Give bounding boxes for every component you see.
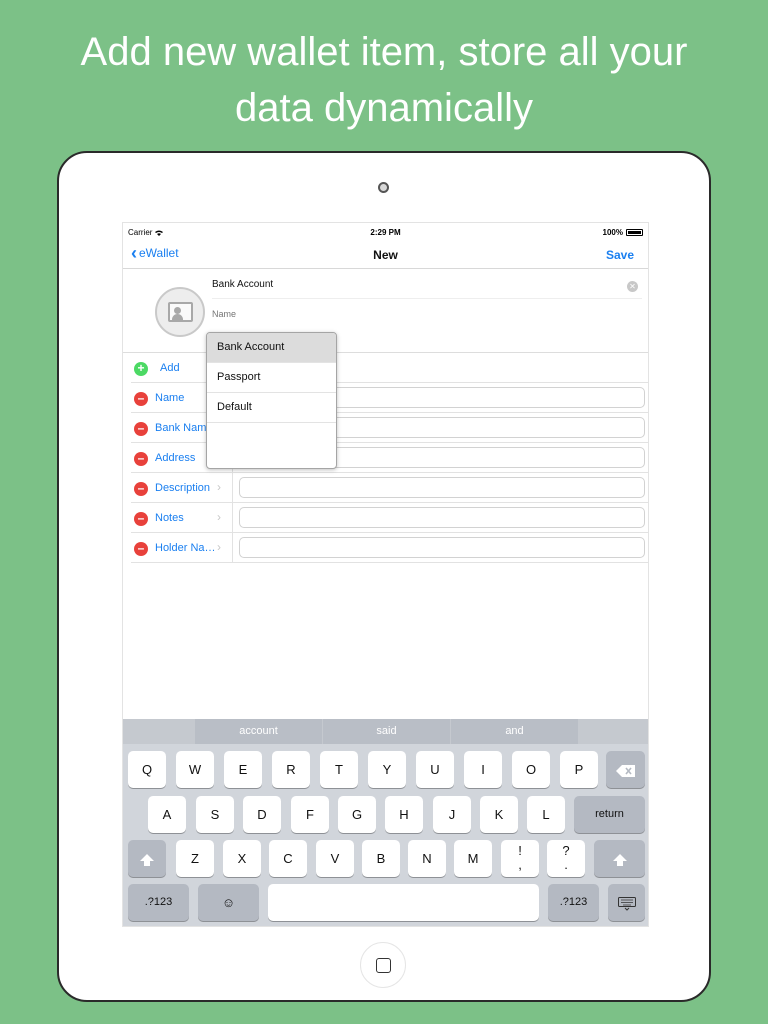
key-exclaim-comma[interactable]: ! ,: [501, 840, 539, 877]
keyboard-hide-icon: [617, 896, 636, 911]
suggestion-bar: account said and: [123, 719, 648, 744]
item-header: Bank Account ✕: [123, 269, 648, 353]
key-l[interactable]: L: [527, 796, 565, 833]
key-q[interactable]: Q: [128, 751, 166, 788]
item-type-dropdown: Bank Account Passport Default: [206, 332, 337, 469]
battery-percent: 100%: [602, 228, 623, 237]
divider: [232, 503, 233, 533]
card-body-shape: [172, 314, 183, 320]
key-d[interactable]: D: [243, 796, 281, 833]
shift-key-left[interactable]: [128, 840, 166, 877]
key-f[interactable]: F: [291, 796, 329, 833]
name-input[interactable]: [212, 305, 632, 323]
numbers-key-right[interactable]: .?123: [548, 884, 599, 921]
key-m[interactable]: M: [454, 840, 492, 877]
home-button[interactable]: [360, 942, 406, 988]
item-type-field[interactable]: Bank Account ✕: [212, 279, 642, 299]
key-v[interactable]: V: [316, 840, 354, 877]
backspace-key[interactable]: [606, 751, 645, 788]
save-button[interactable]: Save: [606, 248, 634, 262]
shift-key-right[interactable]: [594, 840, 645, 877]
emoji-key[interactable]: ☺: [198, 884, 259, 921]
key-e[interactable]: E: [224, 751, 262, 788]
emoji-icon: ☺: [221, 895, 236, 910]
status-time: 2:29 PM: [370, 228, 401, 237]
remove-icon[interactable]: –: [134, 452, 148, 466]
camera-icon: [378, 182, 389, 193]
field-row: – Description ›: [131, 473, 648, 503]
key-g[interactable]: G: [338, 796, 376, 833]
dropdown-option-bank-account[interactable]: Bank Account: [207, 333, 336, 363]
key-n[interactable]: N: [408, 840, 446, 877]
key-s[interactable]: S: [196, 796, 234, 833]
key-a[interactable]: A: [148, 796, 186, 833]
remove-icon[interactable]: –: [134, 482, 148, 496]
headline-line-2: data dynamically: [235, 86, 533, 130]
hide-keyboard-key[interactable]: [608, 884, 645, 921]
key-u[interactable]: U: [416, 751, 454, 788]
remove-icon[interactable]: –: [134, 392, 148, 406]
remove-icon[interactable]: –: [134, 422, 148, 436]
key-r[interactable]: R: [272, 751, 310, 788]
numbers-key-left[interactable]: .?123: [128, 884, 189, 921]
key-o[interactable]: O: [512, 751, 550, 788]
chevron-right-icon: ›: [217, 510, 221, 524]
card-head-shape: [174, 307, 181, 314]
chevron-right-icon: ›: [217, 540, 221, 554]
keyboard: account said and Q W E R T Y U I O P A S…: [123, 719, 648, 926]
battery-status: 100%: [603, 228, 643, 237]
home-square-icon: [376, 958, 391, 973]
field-label[interactable]: Holder Na…: [155, 542, 225, 554]
contact-card-icon: [168, 302, 193, 322]
key-c[interactable]: C: [269, 840, 307, 877]
key-p[interactable]: P: [560, 751, 598, 788]
item-type-value: Bank Account: [212, 279, 274, 290]
field-input[interactable]: [239, 477, 645, 498]
dropdown-option-default[interactable]: Default: [207, 393, 336, 423]
key-i[interactable]: I: [464, 751, 502, 788]
navigation-bar: ‹ eWallet New Save: [123, 241, 648, 269]
key-x[interactable]: X: [223, 840, 261, 877]
key-question-period[interactable]: ? .: [547, 840, 585, 877]
battery-icon: [626, 229, 643, 236]
space-key[interactable]: [268, 884, 539, 921]
return-key[interactable]: return: [574, 796, 645, 833]
remove-icon[interactable]: –: [134, 542, 148, 556]
suggestion-2[interactable]: said: [323, 719, 450, 744]
suggestion-3[interactable]: and: [451, 719, 578, 744]
suggestion-1[interactable]: account: [195, 719, 322, 744]
key-h[interactable]: H: [385, 796, 423, 833]
divider: [232, 473, 233, 503]
dropdown-option-passport[interactable]: Passport: [207, 363, 336, 393]
status-bar: Carrier 2:29 PM 100%: [123, 223, 648, 241]
remove-icon[interactable]: –: [134, 512, 148, 526]
key-z[interactable]: Z: [176, 840, 214, 877]
page-title: New: [373, 248, 398, 262]
key-k[interactable]: K: [480, 796, 518, 833]
key-j[interactable]: J: [433, 796, 471, 833]
backspace-icon: [615, 764, 635, 777]
key-b[interactable]: B: [362, 840, 400, 877]
headline-line-1: Add new wallet item, store all your: [80, 30, 688, 74]
shift-icon: [612, 853, 627, 866]
field-label[interactable]: Description: [155, 482, 225, 494]
field-row: – Holder Na… ›: [131, 533, 648, 563]
clear-icon[interactable]: ✕: [627, 281, 638, 292]
add-icon[interactable]: +: [134, 362, 148, 376]
chevron-right-icon: ›: [217, 480, 221, 494]
field-label[interactable]: Notes: [155, 512, 225, 524]
key-w[interactable]: W: [176, 751, 214, 788]
app-screen: Carrier 2:29 PM 100% ‹ eWallet New Save B…: [122, 222, 649, 927]
headline: Add new wallet item, store all your data…: [0, 24, 768, 136]
field-input[interactable]: [239, 507, 645, 528]
shift-icon: [140, 853, 154, 866]
field-row: – Notes ›: [131, 503, 648, 533]
key-y[interactable]: Y: [368, 751, 406, 788]
item-photo[interactable]: [155, 287, 205, 337]
divider: [232, 533, 233, 563]
key-t[interactable]: T: [320, 751, 358, 788]
field-input[interactable]: [239, 537, 645, 558]
